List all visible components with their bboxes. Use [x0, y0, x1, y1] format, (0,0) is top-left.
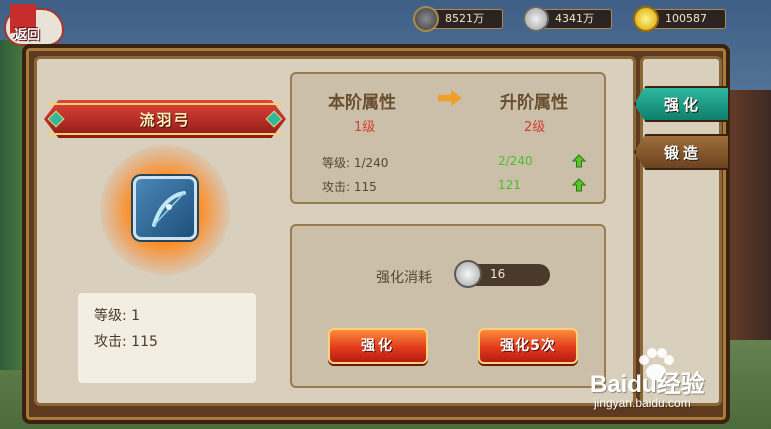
up-arrow-icon — [572, 154, 586, 168]
cost-label: 强化消耗 — [376, 270, 432, 286]
enhance-button[interactable]: 强化 — [328, 328, 428, 364]
gold-ingot-icon — [633, 6, 659, 32]
next-level: 2级 — [524, 120, 546, 135]
attribute-panel: 本阶属性 升阶属性 1级 2级 等级: 1/240 攻击: 115 2/240 … — [290, 72, 606, 204]
up-arrow-icon — [572, 178, 586, 192]
tab-enhance[interactable]: 强化 — [634, 86, 730, 122]
item-level: 等级: 1 — [94, 308, 141, 324]
arrow-right-icon — [438, 90, 462, 106]
current-stat-attack: 攻击: 115 — [322, 180, 377, 194]
item-name-banner: 流羽弓 — [44, 100, 286, 138]
current-level: 1级 — [354, 120, 376, 135]
back-button[interactable]: 返回 — [4, 4, 66, 48]
item-attack: 攻击: 115 — [94, 334, 158, 350]
back-label: 返回 — [14, 28, 41, 43]
resource-silver: 4341万 — [523, 6, 612, 32]
watermark: Baidu经验 jingyan.baidu.com — [590, 348, 760, 414]
resource-silver-value: 4341万 — [555, 12, 594, 25]
cost-amount: 16 — [454, 260, 550, 288]
resource-gold[interactable]: 100587 — [633, 6, 726, 32]
item-name: 流羽弓 — [139, 111, 191, 129]
watermark-url: jingyan.baidu.com — [594, 396, 691, 410]
resource-gold-value: 100587 — [665, 12, 707, 25]
tab-enhance-label: 强化 — [664, 96, 703, 114]
resource-power-value: 8521万 — [445, 12, 484, 25]
item-slot[interactable] — [133, 176, 197, 240]
bow-icon — [152, 191, 186, 227]
current-stat-level: 等级: 1/240 — [322, 156, 389, 170]
cost-value: 16 — [490, 267, 506, 281]
watermark-brand: Baidu经验 — [590, 371, 705, 398]
resource-power: 8521万 — [413, 6, 503, 32]
cost-panel: 强化消耗 16 强化 强化5次 — [290, 224, 606, 388]
next-attr-title: 升阶属性 — [500, 93, 568, 113]
power-icon — [413, 6, 439, 32]
tab-forge-label: 锻造 — [664, 144, 703, 162]
tab-forge[interactable]: 锻造 — [634, 134, 730, 170]
item-stats: 等级: 1 攻击: 115 — [78, 293, 256, 383]
silver-coin-icon — [523, 6, 549, 32]
next-stat-level: 2/240 — [498, 154, 533, 168]
enhance-5-button[interactable]: 强化5次 — [478, 328, 578, 364]
current-attr-title: 本阶属性 — [328, 93, 396, 113]
next-stat-attack: 121 — [498, 178, 521, 192]
silver-coin-icon — [454, 260, 482, 288]
